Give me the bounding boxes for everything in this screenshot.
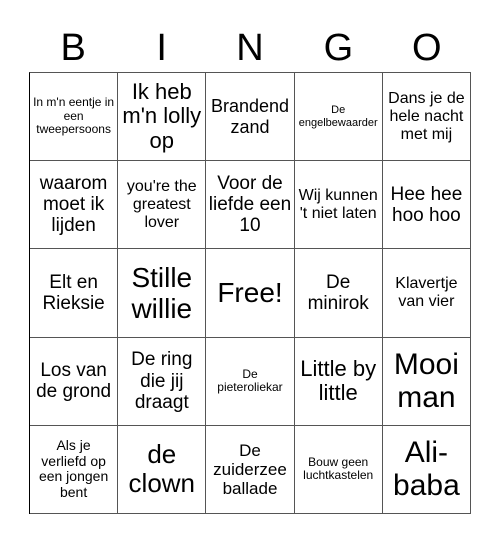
bingo-cell[interactable]: Voor de liefde een 10: [206, 161, 295, 250]
bingo-cell[interactable]: Elt en Rieksie: [30, 249, 119, 338]
bingo-cell[interactable]: Wij kunnen 't niet laten: [294, 161, 383, 250]
bingo-cell[interactable]: Ali-baba: [382, 425, 471, 514]
bingo-cell[interactable]: Brandend zand: [206, 73, 295, 162]
header-letter-n: N: [236, 27, 264, 69]
bingo-cell[interactable]: De pieteroliekar: [206, 337, 295, 426]
bingo-cell[interactable]: Stille willie: [118, 249, 207, 338]
bingo-cell[interactable]: De zuiderzee ballade: [206, 425, 295, 514]
free-space-cell[interactable]: Free!: [206, 249, 295, 338]
header-letter-g: G: [323, 27, 354, 69]
bingo-grid: In m'n eentje in een tweepersoons Ik heb…: [29, 72, 471, 514]
header-letter-b: B: [60, 27, 86, 69]
bingo-cell[interactable]: De engelbewaarder: [294, 73, 383, 162]
header-letter-o: O: [412, 27, 442, 69]
bingo-cell[interactable]: waarom moet ik lijden: [30, 161, 119, 250]
bingo-cell[interactable]: Mooi man: [382, 337, 471, 426]
bingo-cell[interactable]: Los van de grond: [30, 337, 119, 426]
bingo-cell[interactable]: Dans je de hele nacht met mij: [382, 73, 471, 162]
bingo-cell[interactable]: Ik heb m'n lolly op: [118, 73, 207, 162]
bingo-header: B I N G O: [29, 24, 471, 72]
bingo-cell[interactable]: Bouw geen luchtkastelen: [294, 425, 383, 514]
bingo-cell[interactable]: De minirok: [294, 249, 383, 338]
header-letter-i: I: [156, 27, 167, 69]
bingo-cell[interactable]: Klavertje van vier: [382, 249, 471, 338]
bingo-cell[interactable]: Little by little: [294, 337, 383, 426]
bingo-cell[interactable]: de clown: [118, 425, 207, 514]
bingo-cell[interactable]: Hee hee hoo hoo: [382, 161, 471, 250]
bingo-cell[interactable]: De ring die jij draagt: [118, 337, 207, 426]
bingo-cell[interactable]: you're the greatest lover: [118, 161, 207, 250]
bingo-cell[interactable]: Als je verliefd op een jongen bent: [30, 425, 119, 514]
bingo-cell[interactable]: In m'n eentje in een tweepersoons: [30, 73, 119, 162]
